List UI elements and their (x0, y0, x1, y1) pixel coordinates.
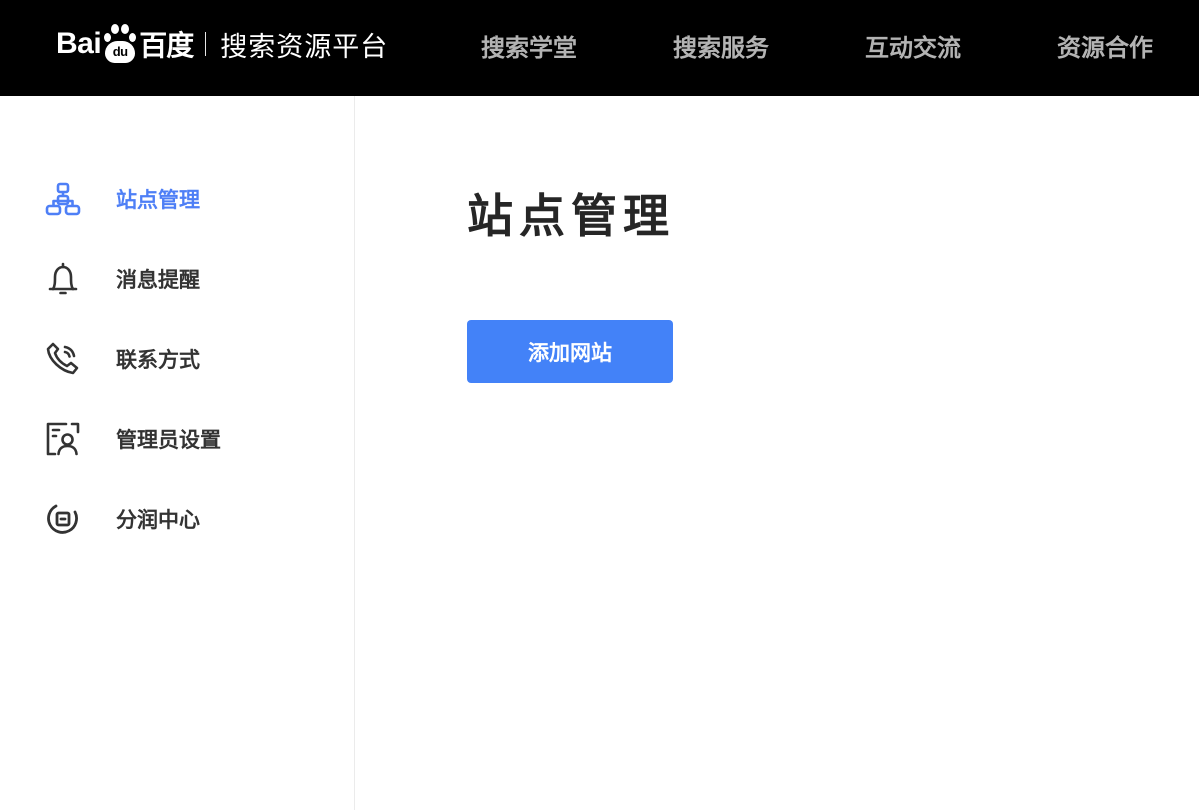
top-navigation-bar: Bai du 百度 搜索资源平台 搜索学堂 搜索服务 互动交流 资源合作 (0, 0, 1199, 96)
logo-latin-text: Bai (56, 27, 102, 60)
baidu-logo[interactable]: Bai du 百度 搜索资源平台 (56, 14, 388, 74)
logo-divider (205, 32, 207, 56)
admin-user-icon (44, 420, 82, 458)
sidebar-item-admin-settings[interactable]: 管理员设置 (44, 417, 334, 461)
logo-chinese-text: 百度 (139, 29, 194, 62)
sidebar: 站点管理 消息提醒 联系方式 管理员设置 分润中心 (0, 96, 355, 810)
sidebar-item-label: 联系方式 (116, 348, 200, 372)
sidebar-item-message-alerts[interactable]: 消息提醒 (44, 257, 334, 301)
revenue-share-icon (44, 500, 82, 538)
paw-icon: du (102, 23, 138, 65)
bell-icon (44, 260, 82, 298)
nav-resource-cooperation[interactable]: 资源合作 (1057, 0, 1153, 96)
sidebar-item-contact[interactable]: 联系方式 (44, 337, 334, 381)
phone-icon (44, 340, 82, 378)
nav-interaction[interactable]: 互动交流 (865, 0, 961, 96)
sidebar-item-label: 分润中心 (116, 508, 200, 532)
sidebar-item-label: 消息提醒 (116, 268, 200, 292)
add-website-button[interactable]: 添加网站 (467, 320, 673, 383)
platform-name: 搜索资源平台 (220, 31, 389, 63)
sidebar-item-label: 管理员设置 (116, 428, 221, 452)
site-structure-icon (44, 180, 82, 218)
page-title: 站点管理 (467, 189, 675, 243)
sidebar-item-label: 站点管理 (116, 188, 200, 212)
nav-search-academy[interactable]: 搜索学堂 (481, 0, 577, 96)
main-content: 站点管理 添加网站 (356, 96, 1199, 810)
sidebar-item-site-management[interactable]: 站点管理 (44, 177, 334, 221)
sidebar-item-revenue-center[interactable]: 分润中心 (44, 497, 334, 541)
nav-search-services[interactable]: 搜索服务 (673, 0, 769, 96)
